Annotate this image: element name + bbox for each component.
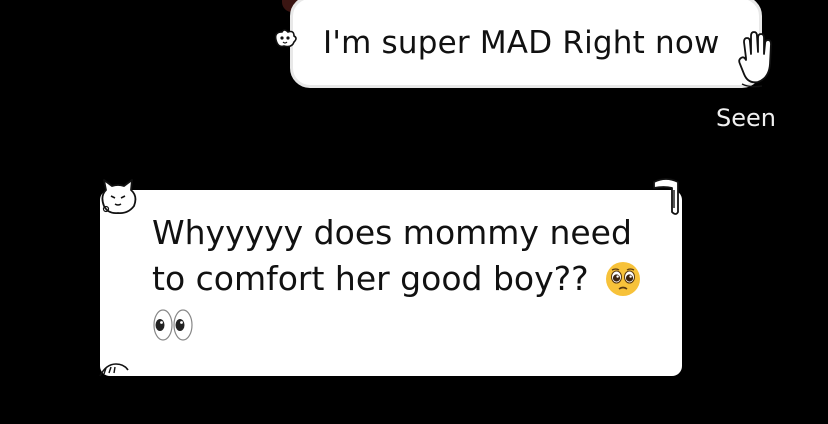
received-message-line-1: Whyyyyy does mommy need xyxy=(152,213,632,252)
seen-status: Seen xyxy=(716,104,776,132)
paw-scribble-icon xyxy=(99,363,129,377)
sent-message-text: I'm super MAD Right now xyxy=(323,25,720,61)
received-message-text: Whyyyyy does mommy need to comfort her g… xyxy=(152,210,672,348)
page-curl-doodle-icon xyxy=(653,178,679,215)
waving-hand-doodle-icon xyxy=(738,31,772,88)
paw-doodle-icon xyxy=(274,29,297,48)
sent-message-bubble[interactable]: I'm super MAD Right now xyxy=(290,0,762,88)
received-message-line-2: to comfort her good boy?? xyxy=(152,259,589,298)
chat-thread: I'm super MAD Right now Seen Whyyyyy doe… xyxy=(0,0,828,424)
cat-doodle-icon xyxy=(101,179,137,215)
pleading-face-emoji xyxy=(606,262,641,296)
received-message-bubble[interactable]: Whyyyyy does mommy need to comfort her g… xyxy=(100,190,682,376)
eyes-emoji xyxy=(153,309,193,341)
